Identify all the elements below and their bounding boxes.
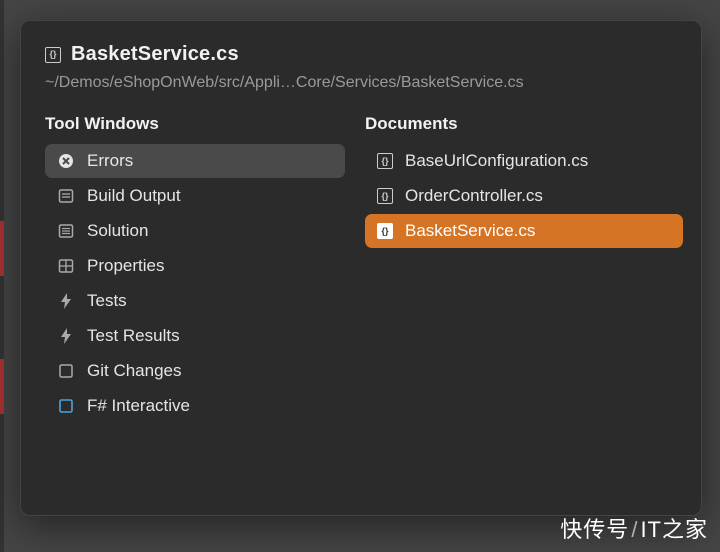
- bolt-icon: [57, 292, 75, 310]
- tool-window-git-changes[interactable]: Git Changes: [45, 354, 345, 388]
- documents-list: {} BaseUrlConfiguration.cs {} OrderContr…: [365, 144, 683, 248]
- watermark-left: 快传号: [560, 517, 629, 542]
- item-label: BaseUrlConfiguration.cs: [405, 151, 588, 171]
- header: {} BasketService.cs: [45, 43, 683, 66]
- document-item[interactable]: {} BaseUrlConfiguration.cs: [365, 144, 683, 178]
- current-file-title: BasketService.cs: [71, 43, 239, 66]
- solution-icon: [57, 222, 75, 240]
- output-icon: [57, 187, 75, 205]
- properties-icon: [57, 257, 75, 275]
- tool-windows-list: Errors Build Output Solution: [45, 144, 345, 423]
- item-label: Properties: [87, 256, 164, 276]
- item-label: Test Results: [87, 326, 180, 346]
- editor-gutter: [0, 0, 4, 552]
- tool-window-build-output[interactable]: Build Output: [45, 179, 345, 213]
- item-label: Errors: [87, 151, 133, 171]
- tool-window-fsharp-interactive[interactable]: F# Interactive: [45, 389, 345, 423]
- error-icon: [57, 152, 75, 170]
- item-label: Solution: [87, 221, 148, 241]
- item-label: F# Interactive: [87, 396, 190, 416]
- tool-window-properties[interactable]: Properties: [45, 249, 345, 283]
- documents-heading: Documents: [365, 114, 683, 134]
- tool-window-errors[interactable]: Errors: [45, 144, 345, 178]
- current-file-path: ~/Demos/eShopOnWeb/src/Appli…Core/Servic…: [45, 74, 683, 92]
- watermark: 快传号/IT之家: [560, 512, 708, 544]
- watermark-right: IT之家: [640, 517, 708, 542]
- item-label: Git Changes: [87, 361, 182, 381]
- item-label: OrderController.cs: [405, 186, 543, 206]
- item-label: BasketService.cs: [405, 221, 535, 241]
- file-code-icon: {}: [377, 223, 393, 239]
- tool-window-tests[interactable]: Tests: [45, 284, 345, 318]
- file-code-icon: {}: [377, 153, 393, 169]
- documents-column: Documents {} BaseUrlConfiguration.cs {} …: [365, 114, 683, 507]
- item-label: Tests: [87, 291, 127, 311]
- bolt-icon: [57, 327, 75, 345]
- file-code-icon: {}: [45, 47, 61, 63]
- item-label: Build Output: [87, 186, 181, 206]
- tool-windows-heading: Tool Windows: [45, 114, 345, 134]
- tool-window-test-results[interactable]: Test Results: [45, 319, 345, 353]
- switcher-panel: {} BasketService.cs ~/Demos/eShopOnWeb/s…: [20, 20, 702, 516]
- document-item[interactable]: {} OrderController.cs: [365, 179, 683, 213]
- tool-windows-column: Tool Windows Errors Build Output: [45, 114, 345, 507]
- tool-window-solution[interactable]: Solution: [45, 214, 345, 248]
- file-code-icon: {}: [377, 188, 393, 204]
- fsharp-icon: [57, 397, 75, 415]
- document-item-selected[interactable]: {} BasketService.cs: [365, 214, 683, 248]
- git-icon: [57, 362, 75, 380]
